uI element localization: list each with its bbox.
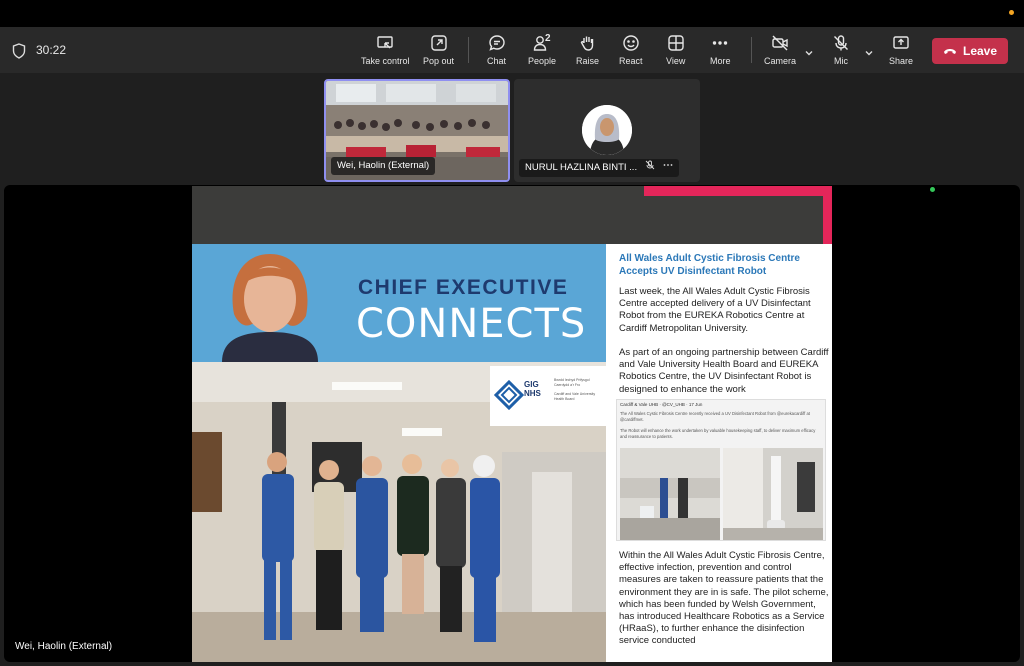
participant-name: NURUL HAZLINA BINTI ... xyxy=(525,162,638,173)
slide-accent-bar xyxy=(644,186,832,196)
raise-hand-button[interactable]: Raise xyxy=(576,34,599,72)
slide-accent-side xyxy=(823,186,832,244)
tweet-photo-uv-robot xyxy=(723,448,823,540)
presenter-name-label: Wei, Haolin (External) xyxy=(15,641,113,652)
toolbar-divider xyxy=(751,37,752,63)
view-button[interactable]: View xyxy=(666,34,685,72)
more-label: More xyxy=(710,56,731,66)
tweet-line-1: The All Wales Cystic Fibrosis Centre rec… xyxy=(620,411,810,422)
leave-button[interactable]: Leave xyxy=(932,38,1008,64)
raise-hand-icon xyxy=(579,34,597,52)
take-control-icon xyxy=(376,34,394,52)
chat-label: Chat xyxy=(487,56,507,66)
camera-button[interactable]: Camera xyxy=(764,34,796,72)
chat-icon xyxy=(488,34,506,52)
react-label: React xyxy=(619,56,643,66)
people-count: 2 xyxy=(545,33,551,44)
chief-executive-portrait xyxy=(192,244,352,362)
raise-label: Raise xyxy=(576,56,600,66)
teams-meeting-window: 30:22 Take control Pop out Chat 2 People… xyxy=(0,0,1024,666)
more-options-icon[interactable] xyxy=(663,159,673,177)
mic-label: Mic xyxy=(834,56,848,66)
phone-hangup-icon xyxy=(943,44,957,58)
presence-dot xyxy=(930,187,935,192)
mic-off-icon xyxy=(832,34,850,52)
more-button[interactable]: More xyxy=(710,34,731,72)
article-paragraph-1: Last week, the All Wales Adult Cystic Fi… xyxy=(619,286,811,334)
tweet-line-2: The Robot will enhance the work undertak… xyxy=(620,428,816,439)
tweet-header: Cardiff & Vale UHB · @CV_UHB · 17 Jun xyxy=(620,402,703,407)
article-paragraph-2: As part of an ongoing partnership betwee… xyxy=(619,347,829,395)
embedded-tweet: Cardiff & Vale UHB · @CV_UHB · 17 Jun Th… xyxy=(616,399,826,541)
leave-label: Leave xyxy=(962,44,998,58)
react-icon xyxy=(622,34,640,52)
share-icon xyxy=(892,34,910,52)
toolbar-divider xyxy=(468,37,469,63)
article-paragraph-3: Within the All Wales Adult Cystic Fibros… xyxy=(619,550,829,647)
participant-name-pill: NURUL HAZLINA BINTI ... xyxy=(519,159,680,177)
view-grid-icon xyxy=(667,34,685,52)
nhs-logo-mark-icon xyxy=(494,380,524,410)
camera-label: Camera xyxy=(764,56,797,66)
mic-options-chevron-icon[interactable] xyxy=(864,45,874,56)
people-label: People xyxy=(528,56,557,66)
banner-title: CHIEF EXECUTIVE xyxy=(358,276,569,299)
pop-out-icon xyxy=(430,34,448,52)
chief-executive-banner: CHIEF EXECUTIVE CONNECTS xyxy=(192,244,606,362)
notification-dot xyxy=(1009,10,1014,15)
view-label: View xyxy=(666,56,686,66)
react-button[interactable]: React xyxy=(619,34,643,72)
logo-org-welsh: Bwrdd Iechyd Prifysgol Caerdydd a'r Fro xyxy=(554,378,590,387)
banner-subtitle: CONNECTS xyxy=(356,301,587,347)
take-control-label: Take control xyxy=(361,56,410,66)
pop-out-button[interactable]: Pop out xyxy=(423,34,454,72)
article-headline: All Wales Adult Cystic Fibrosis Centre A… xyxy=(619,253,800,277)
take-control-button[interactable]: Take control xyxy=(361,34,410,72)
article-column: All Wales Adult Cystic Fibrosis Centre A… xyxy=(606,244,832,662)
meeting-timer: 30:22 xyxy=(36,43,67,57)
mic-button[interactable]: Mic xyxy=(832,34,850,72)
more-icon xyxy=(711,34,729,52)
logo-mark-text: GIG NHS xyxy=(524,380,541,398)
shield-icon[interactable] xyxy=(12,43,26,59)
participant-tile-active[interactable]: Wei, Haolin (External) xyxy=(324,79,510,182)
people-button[interactable]: 2 People xyxy=(528,33,557,72)
participant-name: Wei, Haolin (External) xyxy=(337,160,430,171)
mic-muted-icon xyxy=(645,159,655,177)
camera-off-icon xyxy=(771,34,789,52)
avatar xyxy=(582,105,632,155)
people-icon: 2 xyxy=(533,33,551,52)
participant-name-pill: Wei, Haolin (External) xyxy=(331,157,436,175)
share-button[interactable]: Share xyxy=(889,34,913,72)
shared-slide: CHIEF EXECUTIVE CONNECTS GIG NHS Bwrdd I… xyxy=(192,186,832,662)
camera-options-chevron-icon[interactable] xyxy=(804,45,814,56)
participant-tile[interactable]: NURUL HAZLINA BINTI ... xyxy=(514,79,700,182)
share-label: Share xyxy=(889,56,914,66)
chat-button[interactable]: Chat xyxy=(487,34,506,72)
title-strip xyxy=(0,0,1024,27)
pop-out-label: Pop out xyxy=(423,56,455,66)
nhs-wales-logo: GIG NHS Bwrdd Iechyd Prifysgol Caerdydd … xyxy=(490,366,606,426)
tweet-photo-robot-corridor xyxy=(620,448,720,540)
logo-org-english: Cardiff and Vale University Health Board xyxy=(554,392,596,401)
meeting-toolbar: 30:22 Take control Pop out Chat 2 People… xyxy=(0,27,1024,73)
